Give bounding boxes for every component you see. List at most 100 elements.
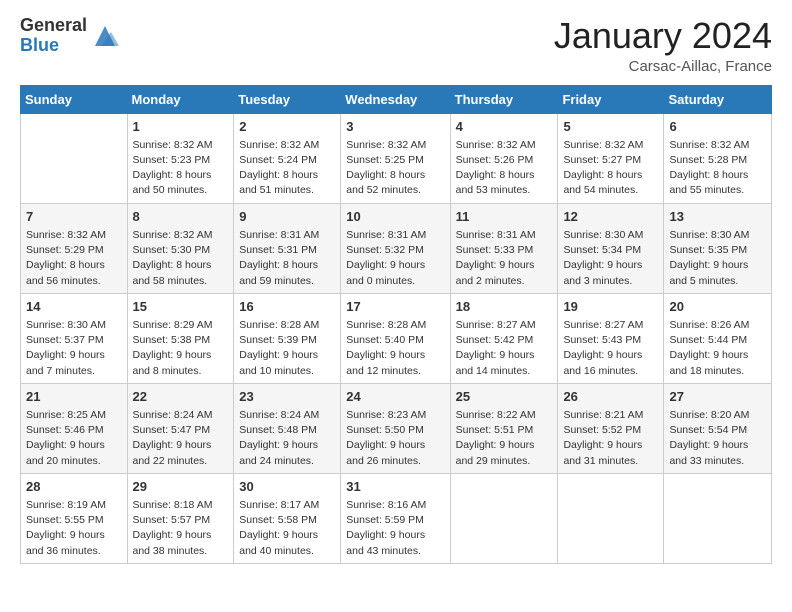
day-number: 14 — [26, 298, 122, 316]
day-number: 19 — [563, 298, 658, 316]
day-number: 25 — [456, 388, 553, 406]
table-row: 12 Sunrise: 8:30 AMSunset: 5:34 PMDayligh… — [558, 203, 664, 293]
day-info: Sunrise: 8:18 AMSunset: 5:57 PMDaylight:… — [133, 498, 229, 559]
day-number: 27 — [669, 388, 766, 406]
table-row: 13 Sunrise: 8:30 AMSunset: 5:35 PMDayligh… — [664, 203, 772, 293]
day-info: Sunrise: 8:17 AMSunset: 5:58 PMDaylight:… — [239, 498, 335, 559]
table-row: 9Sunrise: 8:31 AMSunset: 5:31 PMDaylight… — [234, 203, 341, 293]
table-row: 15 Sunrise: 8:29 AMSunset: 5:38 PMDayligh… — [127, 293, 234, 383]
day-info: Sunrise: 8:21 AMSunset: 5:52 PMDaylight:… — [563, 408, 658, 469]
day-info: Sunrise: 8:19 AMSunset: 5:55 PMDaylight:… — [26, 498, 122, 559]
day-number: 12 — [563, 208, 658, 226]
table-row: 26 Sunrise: 8:21 AMSunset: 5:52 PMDayligh… — [558, 383, 664, 473]
logo: General Blue — [20, 16, 119, 56]
day-number: 31 — [346, 478, 444, 496]
day-info: Sunrise: 8:31 AMSunset: 5:33 PMDaylight:… — [456, 228, 553, 289]
table-row — [558, 473, 664, 563]
day-number: 15 — [133, 298, 229, 316]
day-info: Sunrise: 8:29 AMSunset: 5:38 PMDaylight:… — [133, 318, 229, 379]
table-row: 1 Sunrise: 8:32 AMSunset: 5:23 PMDaylight… — [127, 113, 234, 203]
table-row: 7 Sunrise: 8:32 AMSunset: 5:29 PMDaylight… — [21, 203, 128, 293]
day-info: Sunrise: 8:32 AMSunset: 5:23 PMDaylight:… — [133, 138, 229, 199]
table-row: 5 Sunrise: 8:32 AMSunset: 5:27 PMDaylight… — [558, 113, 664, 203]
table-row: 18 Sunrise: 8:27 AMSunset: 5:42 PMDayligh… — [450, 293, 558, 383]
table-row: 19 Sunrise: 8:27 AMSunset: 5:43 PMDayligh… — [558, 293, 664, 383]
day-number: 24 — [346, 388, 444, 406]
day-number: 4 — [456, 118, 553, 136]
day-number: 18 — [456, 298, 553, 316]
day-info: Sunrise: 8:28 AMSunset: 5:39 PMDaylight:… — [239, 318, 335, 379]
day-info: Sunrise: 8:22 AMSunset: 5:51 PMDaylight:… — [456, 408, 553, 469]
day-info: Sunrise: 8:32 AMSunset: 5:25 PMDaylight:… — [346, 138, 444, 199]
header: General Blue January 2024 Carsac-Aillac,… — [20, 16, 772, 75]
day-info: Sunrise: 8:32 AMSunset: 5:28 PMDaylight:… — [669, 138, 766, 199]
table-row: 24 Sunrise: 8:23 AMSunset: 5:50 PMDayligh… — [341, 383, 450, 473]
calendar-table: Sunday Monday Tuesday Wednesday Thursday… — [20, 85, 772, 564]
table-row — [21, 113, 128, 203]
day-info: Sunrise: 8:27 AMSunset: 5:42 PMDaylight:… — [456, 318, 553, 379]
table-row: 28 Sunrise: 8:19 AMSunset: 5:55 PMDayligh… — [21, 473, 128, 563]
table-row: 2 Sunrise: 8:32 AMSunset: 5:24 PMDaylight… — [234, 113, 341, 203]
day-number: 17 — [346, 298, 444, 316]
table-row: 17 Sunrise: 8:28 AMSunset: 5:40 PMDayligh… — [341, 293, 450, 383]
col-friday: Friday — [558, 85, 664, 113]
calendar-week-3: 14 Sunrise: 8:30 AMSunset: 5:37 PMDayligh… — [21, 293, 772, 383]
day-number: 23 — [239, 388, 335, 406]
table-row: 31Sunrise: 8:16 AMSunset: 5:59 PMDayligh… — [341, 473, 450, 563]
table-row: 4Sunrise: 8:32 AMSunset: 5:26 PMDaylight… — [450, 113, 558, 203]
day-number: 16 — [239, 298, 335, 316]
day-number: 10 — [346, 208, 444, 226]
calendar-week-1: 1 Sunrise: 8:32 AMSunset: 5:23 PMDaylight… — [21, 113, 772, 203]
col-tuesday: Tuesday — [234, 85, 341, 113]
day-info: Sunrise: 8:20 AMSunset: 5:54 PMDaylight:… — [669, 408, 766, 469]
day-info: Sunrise: 8:23 AMSunset: 5:50 PMDaylight:… — [346, 408, 444, 469]
day-number: 30 — [239, 478, 335, 496]
calendar-header-row: Sunday Monday Tuesday Wednesday Thursday… — [21, 85, 772, 113]
table-row: 25 Sunrise: 8:22 AMSunset: 5:51 PMDayligh… — [450, 383, 558, 473]
day-info: Sunrise: 8:24 AMSunset: 5:47 PMDaylight:… — [133, 408, 229, 469]
logo-general: General — [20, 16, 87, 36]
calendar-week-5: 28 Sunrise: 8:19 AMSunset: 5:55 PMDayligh… — [21, 473, 772, 563]
day-info: Sunrise: 8:30 AMSunset: 5:34 PMDaylight:… — [563, 228, 658, 289]
day-number: 7 — [26, 208, 122, 226]
day-number: 21 — [26, 388, 122, 406]
table-row: 22 Sunrise: 8:24 AMSunset: 5:47 PMDayligh… — [127, 383, 234, 473]
col-thursday: Thursday — [450, 85, 558, 113]
table-row: 29Sunrise: 8:18 AMSunset: 5:57 PMDayligh… — [127, 473, 234, 563]
day-number: 5 — [563, 118, 658, 136]
table-row: 3Sunrise: 8:32 AMSunset: 5:25 PMDaylight… — [341, 113, 450, 203]
table-row: 23Sunrise: 8:24 AMSunset: 5:48 PMDayligh… — [234, 383, 341, 473]
day-info: Sunrise: 8:32 AMSunset: 5:30 PMDaylight:… — [133, 228, 229, 289]
day-number: 2 — [239, 118, 335, 136]
day-number: 6 — [669, 118, 766, 136]
title-block: January 2024 Carsac-Aillac, France — [554, 16, 772, 75]
day-info: Sunrise: 8:32 AMSunset: 5:24 PMDaylight:… — [239, 138, 335, 199]
day-info: Sunrise: 8:30 AMSunset: 5:37 PMDaylight:… — [26, 318, 122, 379]
logo-icon — [91, 22, 119, 50]
col-sunday: Sunday — [21, 85, 128, 113]
day-number: 26 — [563, 388, 658, 406]
day-info: Sunrise: 8:31 AMSunset: 5:32 PMDaylight:… — [346, 228, 444, 289]
day-info: Sunrise: 8:28 AMSunset: 5:40 PMDaylight:… — [346, 318, 444, 379]
day-number: 13 — [669, 208, 766, 226]
table-row: 11Sunrise: 8:31 AMSunset: 5:33 PMDayligh… — [450, 203, 558, 293]
page: General Blue January 2024 Carsac-Aillac,… — [0, 0, 792, 612]
day-info: Sunrise: 8:27 AMSunset: 5:43 PMDaylight:… — [563, 318, 658, 379]
day-info: Sunrise: 8:26 AMSunset: 5:44 PMDaylight:… — [669, 318, 766, 379]
day-number: 8 — [133, 208, 229, 226]
day-number: 20 — [669, 298, 766, 316]
day-info: Sunrise: 8:32 AMSunset: 5:27 PMDaylight:… — [563, 138, 658, 199]
table-row: 14 Sunrise: 8:30 AMSunset: 5:37 PMDayligh… — [21, 293, 128, 383]
day-info: Sunrise: 8:32 AMSunset: 5:29 PMDaylight:… — [26, 228, 122, 289]
table-row: 16 Sunrise: 8:28 AMSunset: 5:39 PMDayligh… — [234, 293, 341, 383]
day-info: Sunrise: 8:30 AMSunset: 5:35 PMDaylight:… — [669, 228, 766, 289]
col-wednesday: Wednesday — [341, 85, 450, 113]
logo-blue: Blue — [20, 36, 87, 56]
logo-text: General Blue — [20, 16, 87, 56]
day-number: 1 — [133, 118, 229, 136]
table-row: 6 Sunrise: 8:32 AMSunset: 5:28 PMDaylight… — [664, 113, 772, 203]
col-monday: Monday — [127, 85, 234, 113]
day-number: 28 — [26, 478, 122, 496]
day-number: 22 — [133, 388, 229, 406]
location: Carsac-Aillac, France — [554, 58, 772, 75]
